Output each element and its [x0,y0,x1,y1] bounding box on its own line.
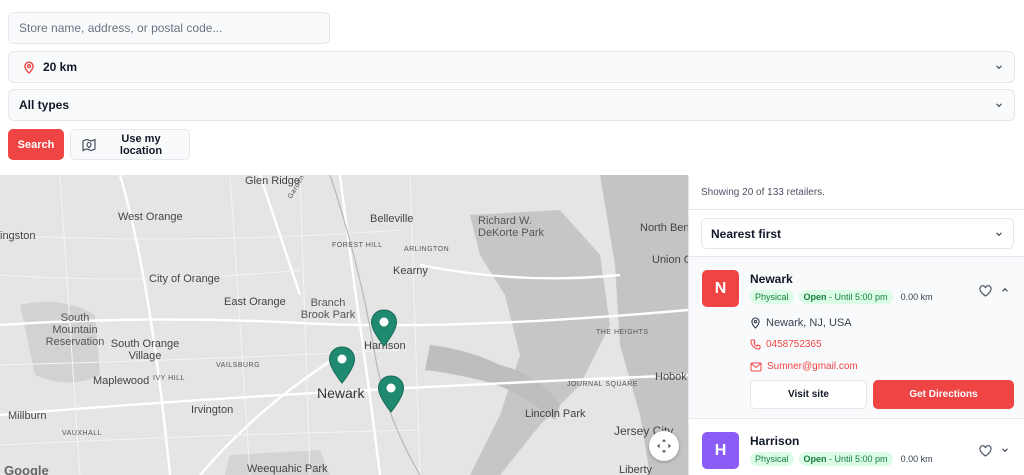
search-input[interactable] [8,12,330,44]
map-label: THE HEIGHTS [596,329,649,336]
chevron-down-icon [994,229,1004,239]
favorite-heart-icon[interactable] [979,445,992,457]
map-label: JOURNAL SQUARE [567,381,638,388]
map-label: Irvington [191,404,234,416]
type-badge: Physical [750,452,794,466]
map-label: Millburn [8,410,47,422]
divider [689,209,1024,210]
location-pin-icon [23,60,35,74]
map-label: Glen Ridge [245,175,301,187]
map-label: South Mountain Reservation [45,312,105,348]
map-label: South Orange Village [110,338,180,362]
visit-site-button[interactable]: Visit site [750,380,867,409]
sort-select[interactable]: Nearest first [701,218,1014,249]
retailer-email[interactable]: Sumner@gmail.com [750,361,858,372]
map-label: Kearny [393,265,428,277]
map-label: East Orange [224,296,286,308]
use-my-location-button[interactable]: Use my location [70,129,190,160]
map-label: Belleville [370,213,414,225]
mail-icon [750,362,762,372]
google-logo: Google [4,463,49,475]
address-text: Newark, NJ, USA [766,317,852,329]
search-button[interactable]: Search [8,129,64,160]
map-label: Maplewood [93,375,150,387]
results-count: Showing 20 of 133 retailers. [701,187,825,198]
retailer-badges: Physical Open - Until 5:00 pm 0.00 km [750,290,933,304]
map-label: City of Orange [149,273,220,285]
open-hours: - Until 5:00 pm [826,454,888,464]
chevron-down-icon[interactable] [1000,445,1010,455]
search-panel: 20 km All types Search Use my location [0,0,1024,175]
retailer-phone[interactable]: 0458752365 [750,339,822,350]
map-label: Weequahic Park [247,463,328,475]
map-label: West Orange [118,211,183,223]
open-status-badge: Open - Until 5:00 pm [798,452,893,466]
retailer-map-marker[interactable] [328,346,356,384]
map-label: Newark [317,385,365,401]
phone-text: 0458752365 [766,339,822,350]
type-badge: Physical [750,290,794,304]
map-label: VAUXHALL [62,430,103,437]
map-location-icon [81,137,97,153]
map-pin-icon [328,346,356,384]
email-text: Sumner@gmail.com [767,361,858,372]
retailer-name: Newark [750,272,793,286]
results-panel: Showing 20 of 133 retailers. Nearest fir… [688,175,1024,475]
retailer-name: Harrison [750,434,800,448]
open-status-badge: Open - Until 5:00 pm [798,290,893,304]
retailer-address: Newark, NJ, USA [750,317,852,329]
map-pin-icon [370,309,398,347]
map-label: ARLINGTON [404,246,450,253]
map-label: Liberty [619,464,653,475]
retailer-map-marker[interactable] [377,375,405,413]
map-label: Hobok [655,371,687,383]
type-select[interactable]: All types [8,89,1015,121]
get-directions-button[interactable]: Get Directions [873,380,1014,409]
map-label: ingston [0,230,36,242]
map-label: Richard W. DeKorte Park [478,215,545,239]
map-label: FOREST HILL [332,242,383,249]
open-label: Open [803,292,827,302]
open-label: Open [803,454,827,464]
open-hours: - Until 5:00 pm [826,292,888,302]
location-pin-icon [750,317,761,329]
radius-value: 20 km [43,60,78,74]
map-label: IVY HILL [153,375,185,382]
map-label: Branch Brook Park [300,297,356,321]
retailer-card[interactable]: N Newark Physical Open - Until 5:00 pm 0… [689,256,1024,419]
map-pin-icon [377,375,405,413]
phone-icon [750,339,761,350]
move-arrows-icon [657,439,671,453]
retailer-card[interactable]: H Harrison Physical Open - Until 5:00 pm… [689,420,1024,475]
chevron-up-icon[interactable] [1000,285,1010,295]
chevron-down-icon [994,62,1004,72]
retailer-distance: 0.00 km [900,454,933,464]
chevron-down-icon [994,100,1004,110]
radius-select[interactable]: 20 km [8,51,1015,83]
map[interactable]: Glen Ridge Garden State West Orange Bell… [0,175,688,475]
use-my-location-label: Use my location [119,132,163,157]
map-label: VAILSBURG [216,362,261,369]
retailer-badges: Physical Open - Until 5:00 pm 0.00 km [750,452,933,466]
sort-value: Nearest first [711,226,782,241]
retailer-distance: 0.00 km [900,292,933,302]
map-label: Lincoln Park [525,408,586,420]
retailer-map-marker[interactable] [370,309,398,347]
retailer-avatar: N [702,270,739,307]
type-value: All types [19,98,70,112]
map-pan-control[interactable] [649,431,679,461]
favorite-heart-icon[interactable] [979,285,992,297]
map-label: Union Ci [652,254,688,266]
map-label: North Ben [640,222,688,234]
retailer-avatar: H [702,432,739,469]
